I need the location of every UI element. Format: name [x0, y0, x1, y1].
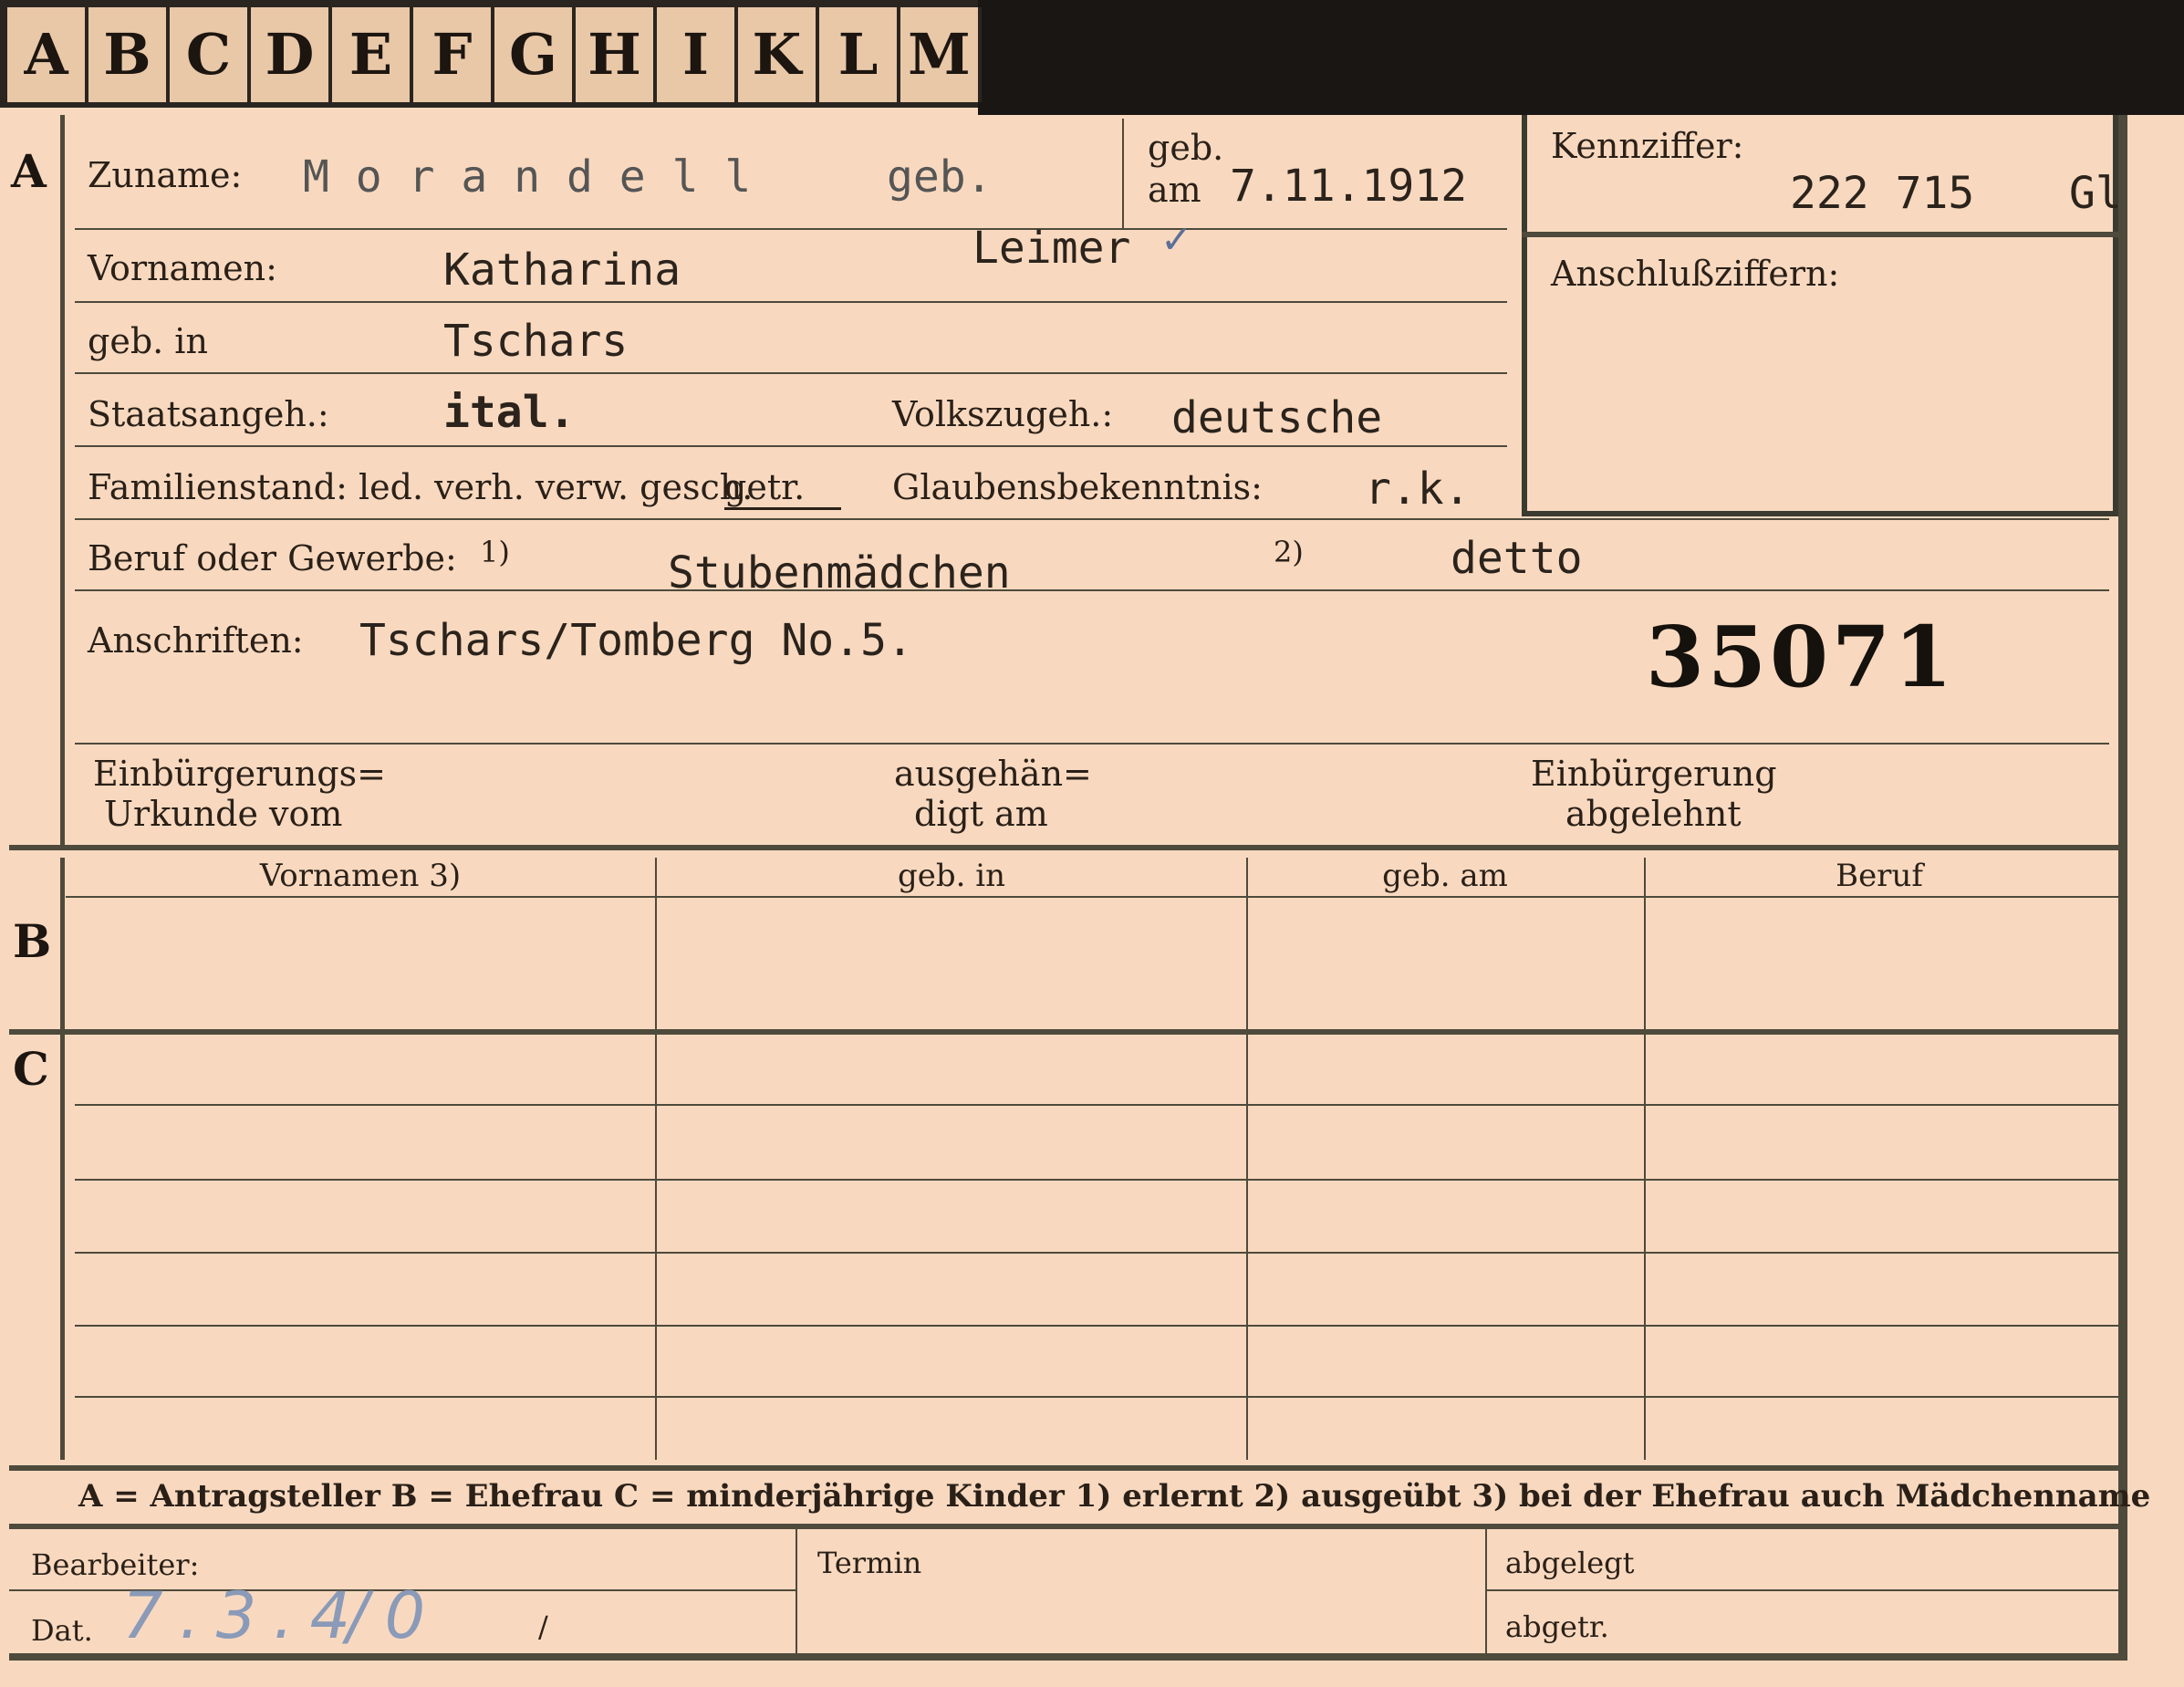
- einbuergerung-abgelehnt-label-1: Einbürgerung: [1531, 754, 1777, 794]
- dat-pencil-value: 7.3.4: [122, 1578, 368, 1653]
- section-b-letter: B: [13, 914, 52, 968]
- abgelegt-label: abgelegt: [1505, 1546, 1635, 1580]
- row-line: [75, 445, 1507, 447]
- check-mark: ✓: [1160, 217, 1193, 262]
- geb-divider: [1122, 119, 1124, 228]
- alphabet-tab-d[interactable]: D: [251, 7, 332, 102]
- side-rule-bc: [60, 858, 65, 1460]
- anschriften-label: Anschriften:: [88, 620, 304, 661]
- anschlussziffern-label: Anschlußziffern:: [1551, 254, 1840, 294]
- column-vornamen: Vornamen 3): [259, 858, 462, 894]
- row-line: [75, 301, 1507, 303]
- alphabet-tab-i[interactable]: I: [657, 7, 738, 102]
- row-line: [75, 589, 2109, 591]
- row-line: [75, 1325, 2118, 1327]
- glaubensbekenntnis-label: Glaubensbekenntnis:: [892, 467, 1263, 507]
- legend: A = Antragsteller B = Ehefrau C = minder…: [78, 1478, 2151, 1515]
- column-divider: [1644, 858, 1646, 1460]
- geb-label: geb.: [887, 151, 993, 203]
- einbuergerung-abgelehnt-label-2: abgelehnt: [1565, 794, 1742, 834]
- alphabet-tab-l[interactable]: L: [819, 7, 900, 102]
- row-line: [75, 518, 2109, 520]
- staatsangehoerigkeit-label: Staatsangeh.:: [88, 394, 329, 434]
- column-divider: [655, 858, 657, 1460]
- alphabet-tab-c[interactable]: C: [170, 7, 251, 102]
- beruf-note-1: 1): [480, 535, 510, 569]
- alphabet-tab-e[interactable]: E: [332, 7, 413, 102]
- side-rule-a: [60, 115, 65, 845]
- column-divider: [1246, 858, 1248, 1460]
- abgetr-label: abgetr.: [1505, 1609, 1609, 1644]
- vornamen-label: Vornamen:: [88, 248, 277, 288]
- alphabet-tab-k[interactable]: K: [738, 7, 819, 102]
- footer-divider: [796, 1527, 797, 1655]
- alphabet-tab-g[interactable]: G: [494, 7, 576, 102]
- bearbeiter-label: Bearbeiter:: [31, 1547, 200, 1582]
- right-border: [2118, 115, 2127, 1657]
- column-geb-am: geb. am: [1382, 858, 1508, 894]
- beruf-note-2: 2): [1274, 535, 1304, 569]
- termin-label: Termin: [817, 1546, 922, 1580]
- column-beruf: Beruf: [1836, 858, 1923, 894]
- row-line: [75, 1104, 2118, 1106]
- anschriften-value: Tschars/Tomberg No.5.: [359, 615, 913, 666]
- alphabet-tab-f[interactable]: F: [413, 7, 494, 102]
- familienstand-value: getr.: [724, 467, 842, 510]
- bottom-border: [9, 1653, 2127, 1661]
- vornamen-value: Katharina: [443, 245, 681, 296]
- beruf-ausgeuebt-value: detto: [1451, 533, 1583, 584]
- geb-am-label-2: am: [1148, 170, 1201, 210]
- legend-bottom-rule: [9, 1524, 2118, 1529]
- dat-pencil-slash: /0: [347, 1578, 442, 1653]
- section-c-top-rule: [9, 1029, 2118, 1035]
- row-line: [75, 1396, 2118, 1398]
- footer-divider: [1485, 1527, 1487, 1655]
- alphabet-tab-h[interactable]: H: [576, 7, 657, 102]
- dat-slash: /: [538, 1609, 548, 1644]
- row-line: [1487, 1589, 2118, 1591]
- dat-label: Dat.: [31, 1613, 93, 1648]
- background-top-right: [978, 0, 2184, 115]
- volkszugehoerigkeit-value: deutsche: [1171, 392, 1383, 443]
- row-line: [75, 228, 1507, 230]
- geb-am-label-1: geb.: [1148, 128, 1224, 168]
- section-b-top-rule: [9, 845, 2118, 850]
- kennziffer-label: Kennziffer:: [1551, 126, 1744, 166]
- geb-in-label: geb. in: [88, 321, 208, 361]
- alphabet-tab-b[interactable]: B: [88, 7, 170, 102]
- familienstand-label: Familienstand: led. verh. verw. gesch.: [88, 467, 754, 507]
- stamped-number: 35071: [1646, 608, 1957, 706]
- volkszugehoerigkeit-label: Volkszugeh.:: [892, 394, 1114, 434]
- einbuergerungsurkunde-label-1: Einbürgerungs=: [93, 754, 386, 794]
- kennziffer-divider: [1522, 232, 2118, 237]
- row-line: [66, 896, 2118, 898]
- birth-date-value: 7.11.1912: [1230, 161, 1468, 212]
- section-a-letter: A: [11, 144, 47, 198]
- row-line: [75, 372, 1507, 374]
- birthplace-value: Tschars: [443, 316, 629, 367]
- section-c-letter: C: [13, 1042, 49, 1096]
- maiden-name: Leimer: [972, 223, 1131, 274]
- alphabet-tab-a[interactable]: A: [7, 7, 88, 102]
- ausgehaendigt-label-1: ausgehän=: [894, 754, 1092, 794]
- legend-top-rule: [9, 1465, 2118, 1471]
- alphabet-tab-m[interactable]: M: [900, 7, 982, 102]
- kennziffer-suffix: Gl: [2069, 168, 2122, 219]
- row-line: [75, 743, 2109, 745]
- row-line: [75, 1252, 2118, 1254]
- glaubensbekenntnis-value: r.k.: [1365, 463, 1471, 515]
- einbuergerungsurkunde-label-2: Urkunde vom: [104, 794, 343, 834]
- beruf-label: Beruf oder Gewerbe:: [88, 538, 457, 578]
- ausgehaendigt-label-2: digt am: [914, 794, 1048, 834]
- zuname-value: M o r a n d e l l: [303, 151, 752, 203]
- staatsangehoerigkeit-value: ital.: [443, 387, 576, 438]
- kennziffer-value: 222 715: [1790, 168, 1975, 219]
- column-geb-in: geb. in: [897, 858, 1006, 894]
- zuname-label: Zuname:: [88, 155, 243, 195]
- row-line: [75, 1179, 2118, 1181]
